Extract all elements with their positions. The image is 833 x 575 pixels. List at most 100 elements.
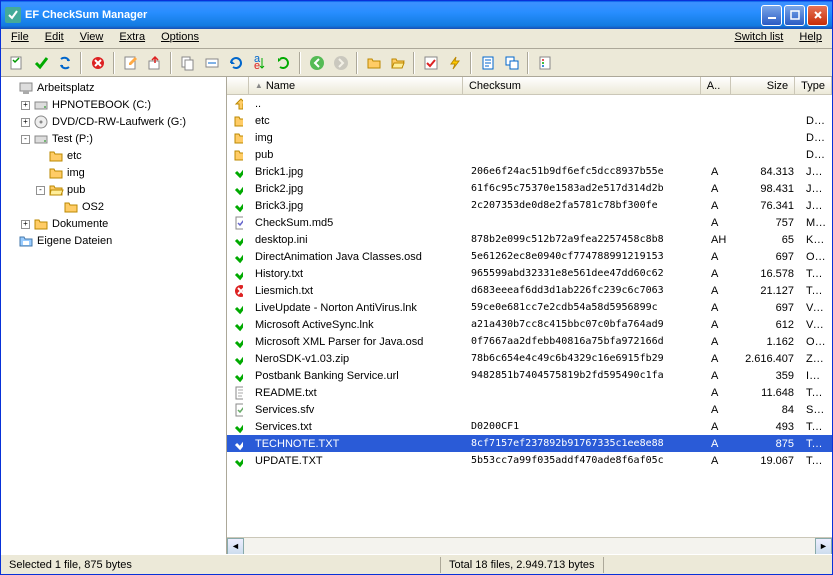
col-name-header[interactable]: ▲Name <box>249 77 463 94</box>
list-body[interactable]: ..etcDateiordnerimgDateiordnerpubDateior… <box>227 95 832 537</box>
list-row[interactable]: Brick2.jpg61f6c95c75370e1583ad2e517d314d… <box>227 180 832 197</box>
tree-label: img <box>67 167 85 179</box>
row-checksum: 2c207353de0d8e2fa5781c78bf300fe <box>465 199 705 212</box>
toolbar-properties[interactable] <box>476 51 499 74</box>
row-size: 359 <box>735 369 800 383</box>
col-attr-header[interactable]: A.. <box>701 77 731 94</box>
row-type: Dateiordner <box>800 148 832 162</box>
toolbar-verify[interactable] <box>29 51 52 74</box>
row-size: 1.162 <box>735 335 800 349</box>
list-row[interactable]: Services.sfvA84SFV-File <box>227 401 832 418</box>
list-row[interactable]: History.txt965599abd32331e8e561dee47dd60… <box>227 265 832 282</box>
list-row[interactable]: desktop.ini878b2e099c512b72a9fea2257458c… <box>227 231 832 248</box>
tree-toggle-icon[interactable]: - <box>21 135 30 144</box>
scroll-track[interactable] <box>244 538 815 555</box>
list-row[interactable]: DirectAnimation Java Classes.osd5e61262e… <box>227 248 832 265</box>
list-row[interactable]: UPDATE.TXT5b53cc7a99f035addf470ade8f6af0… <box>227 452 832 469</box>
toolbar-sync[interactable] <box>53 51 76 74</box>
tree-node-eigene-dateien[interactable]: Eigene Dateien <box>3 233 224 249</box>
row-attr: A <box>705 165 735 179</box>
drive-icon <box>33 131 49 147</box>
menu-options[interactable]: Options <box>153 29 207 48</box>
list-row[interactable]: Brick3.jpg2c207353de0d8e2fa5781c78bf300f… <box>227 197 832 214</box>
menu-view[interactable]: View <box>72 29 112 48</box>
row-icon <box>227 129 249 147</box>
toolbar-folder-open[interactable] <box>362 51 385 74</box>
toolbar-folder-open-alt[interactable] <box>386 51 409 74</box>
tree-toggle-icon[interactable]: + <box>21 220 30 229</box>
toolbar-back[interactable] <box>305 51 328 74</box>
tree-toggle-icon[interactable]: + <box>21 101 30 110</box>
col-icon-header[interactable] <box>227 77 249 94</box>
tree-node-img[interactable]: img <box>3 165 224 181</box>
list-row[interactable]: NeroSDK-v1.03.zip78b6c654e4c49c6b4329c16… <box>227 350 832 367</box>
row-type: JPEG-Bild <box>800 182 832 196</box>
list-row[interactable]: .. <box>227 95 832 112</box>
menu-extra[interactable]: Extra <box>111 29 153 48</box>
menu-file[interactable]: File <box>3 29 37 48</box>
tree-node-os2[interactable]: OS2 <box>3 199 224 215</box>
toolbar-refresh-all[interactable] <box>272 51 295 74</box>
col-size-header[interactable]: Size <box>731 77 796 94</box>
menu-edit[interactable]: Edit <box>37 29 72 48</box>
toolbar-flash[interactable] <box>443 51 466 74</box>
toolbar-reload[interactable] <box>224 51 247 74</box>
toolbar-edit[interactable] <box>119 51 142 74</box>
list-row[interactable]: Services.txtD0200CF1A493Textdokument <box>227 418 832 435</box>
scroll-left-arrow[interactable]: ◄ <box>227 538 244 555</box>
list-row[interactable]: Microsoft XML Parser for Java.osd0f7667a… <box>227 333 832 350</box>
row-name: Microsoft XML Parser for Java.osd <box>249 335 465 349</box>
toolbar-select[interactable] <box>419 51 442 74</box>
list-row[interactable]: Liesmich.txtd683eeeaf6dd3d1ab226fc239c6c… <box>227 282 832 299</box>
list-row[interactable]: README.txtA11.648Textdokument <box>227 384 832 401</box>
list-row[interactable]: imgDateiordner <box>227 129 832 146</box>
row-attr <box>705 103 735 105</box>
row-name: Brick1.jpg <box>249 165 465 179</box>
row-type: Textdokument <box>800 267 832 281</box>
col-checksum-header[interactable]: Checksum <box>463 77 701 94</box>
list-row[interactable]: TECHNOTE.TXT8cf7157ef237892b91767335c1ee… <box>227 435 832 452</box>
close-button[interactable] <box>807 5 828 26</box>
col-type-header[interactable]: Type <box>795 77 832 94</box>
toolbar-options[interactable] <box>533 51 556 74</box>
horizontal-scrollbar[interactable]: ◄ ► <box>227 537 832 554</box>
tree-node-hpnotebook-c-[interactable]: +HPNOTEBOOK (C:) <box>3 97 224 113</box>
row-icon <box>227 367 249 385</box>
app-icon <box>5 7 21 23</box>
tree-node-arbeitsplatz[interactable]: Arbeitsplatz <box>3 80 224 96</box>
list-row[interactable]: Microsoft ActiveSync.lnka21a430b7cc8c415… <box>227 316 832 333</box>
titlebar[interactable]: EF CheckSum Manager <box>1 1 832 29</box>
maximize-button[interactable] <box>784 5 805 26</box>
menu-help[interactable]: Help <box>791 29 830 48</box>
scroll-right-arrow[interactable]: ► <box>815 538 832 555</box>
toolbar-copy-path[interactable] <box>200 51 223 74</box>
menu-switch-list[interactable]: Switch list <box>726 29 791 48</box>
row-checksum <box>465 409 705 411</box>
tree-node-pub[interactable]: -pub <box>3 182 224 198</box>
list-row[interactable]: CheckSum.md5A757MD5-File <box>227 214 832 231</box>
row-icon <box>227 180 249 198</box>
minimize-button[interactable] <box>761 5 782 26</box>
row-size: 2.616.407 <box>735 352 800 366</box>
toolbar-cascade[interactable] <box>500 51 523 74</box>
toolbar-stop[interactable] <box>86 51 109 74</box>
list-row[interactable]: pubDateiordner <box>227 146 832 163</box>
tree-node-etc[interactable]: etc <box>3 148 224 164</box>
row-icon <box>227 316 249 334</box>
list-row[interactable]: etcDateiordner <box>227 112 832 129</box>
list-row[interactable]: Postbank Banking Service.url9482851b7404… <box>227 367 832 384</box>
list-row[interactable]: Brick1.jpg206e6f24ac51b9df6efc5dcc8937b5… <box>227 163 832 180</box>
toolbar-sort-alpha[interactable]: ae <box>248 51 271 74</box>
toolbar-new-checksum[interactable] <box>5 51 28 74</box>
tree-label: Test (P:) <box>52 133 93 145</box>
tree-node-test-p-[interactable]: - Test (P:) <box>3 131 224 147</box>
tree-pane[interactable]: Arbeitsplatz+HPNOTEBOOK (C:)+DVD/CD-RW-L… <box>1 77 227 554</box>
tree-toggle-icon[interactable]: + <box>21 118 30 127</box>
toolbar-copy[interactable] <box>176 51 199 74</box>
list-row[interactable]: LiveUpdate - Norton AntiVirus.lnk59ce0e6… <box>227 299 832 316</box>
tree-node-dokumente[interactable]: +Dokumente <box>3 216 224 232</box>
tree-toggle-icon[interactable]: - <box>36 186 45 195</box>
tree-node-dvd-cd-rw-laufwerk-g-[interactable]: +DVD/CD-RW-Laufwerk (G:) <box>3 114 224 130</box>
content-area: Arbeitsplatz+HPNOTEBOOK (C:)+DVD/CD-RW-L… <box>1 77 832 554</box>
toolbar-export[interactable] <box>143 51 166 74</box>
